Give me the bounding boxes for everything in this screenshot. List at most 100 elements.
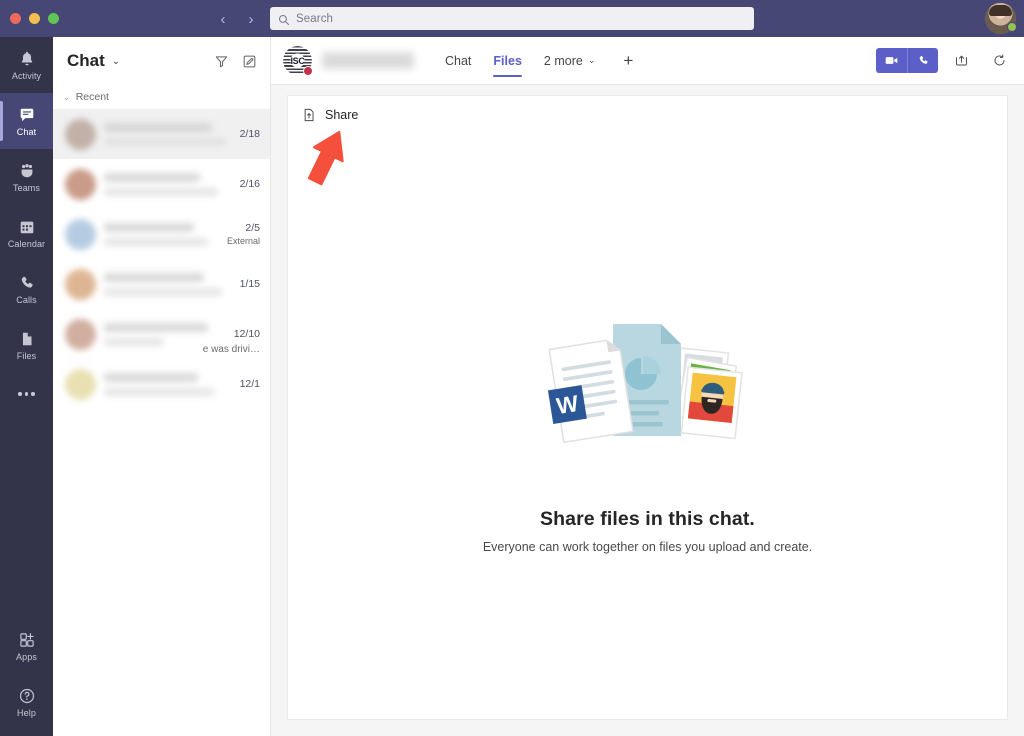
tab-chat[interactable]: Chat	[434, 37, 482, 84]
timestamp: 2/16	[239, 178, 260, 190]
phone-icon[interactable]	[907, 48, 938, 73]
avatar	[65, 368, 96, 400]
conversation-header: ISC Chat Files 2 more ⌄ +	[271, 37, 1024, 85]
phone-icon	[18, 273, 36, 292]
forward-button[interactable]: ›	[240, 8, 262, 30]
conversation-avatar-text: ISC	[290, 55, 305, 66]
conversation-tabs: Chat Files 2 more ⌄ +	[434, 37, 642, 84]
message-preview	[104, 237, 208, 246]
search-placeholder: Search	[296, 12, 334, 25]
sidebar-item-apps[interactable]: Apps	[0, 618, 53, 674]
contact-name	[104, 272, 204, 282]
conversation-actions	[876, 47, 1014, 75]
tab-label: Files	[493, 53, 522, 68]
list-item[interactable]: 2/18	[53, 109, 270, 159]
upload-file-icon	[301, 107, 317, 123]
back-button[interactable]: ‹	[212, 8, 234, 30]
list-item[interactable]: 12/1	[53, 359, 270, 409]
share-button[interactable]: Share	[325, 108, 358, 122]
conversation-avatar: ISC	[283, 46, 313, 76]
avatar	[65, 218, 96, 250]
avatar	[65, 268, 96, 300]
sidebar-item-calendar[interactable]: Calendar	[0, 205, 53, 261]
contact-name	[104, 122, 212, 132]
conversation-title	[322, 52, 414, 69]
contact-name	[104, 172, 200, 182]
chat-list-actions	[212, 52, 258, 70]
list-item-meta: 12/1	[240, 378, 260, 390]
minimize-window-button[interactable]	[29, 13, 40, 24]
page-title: Chat	[67, 51, 105, 70]
sidebar-item-label: Chat	[16, 127, 37, 137]
timestamp: 2/5	[245, 222, 260, 234]
filter-funnel-icon[interactable]	[212, 52, 230, 70]
sidebar-item-label: Activity	[11, 71, 42, 81]
pop-out-icon[interactable]	[946, 47, 976, 75]
message-preview-text: e was drivi…	[202, 344, 260, 355]
compose-new-chat-icon[interactable]	[240, 52, 258, 70]
sidebar-item-label: Teams	[12, 183, 40, 193]
list-item-meta: 1/15	[240, 278, 260, 290]
message-preview	[104, 337, 164, 346]
sidebar-item-label: Calendar	[7, 239, 46, 249]
tab-more[interactable]: 2 more ⌄	[533, 37, 606, 84]
recent-section-header[interactable]: ⌄ Recent	[53, 85, 270, 109]
avatar	[65, 318, 96, 350]
list-item-text	[104, 322, 226, 346]
video-camera-icon[interactable]	[876, 48, 907, 73]
annotation-arrow-icon	[307, 130, 344, 186]
window-controls	[0, 13, 70, 24]
add-tab-button[interactable]: +	[614, 47, 642, 75]
sidebar-item-activity[interactable]: Activity	[0, 37, 53, 93]
list-item-text	[104, 272, 232, 296]
sidebar-item-help[interactable]: Help	[0, 674, 53, 730]
timestamp: 1/15	[239, 278, 260, 290]
list-item[interactable]: 12/10 e was drivi…	[53, 309, 270, 359]
timestamp: 12/1	[239, 378, 260, 390]
contact-name	[104, 222, 194, 232]
close-window-button[interactable]	[10, 13, 21, 24]
recent-label: Recent	[75, 91, 109, 103]
list-item[interactable]: 2/16	[53, 159, 270, 209]
refresh-history-icon[interactable]	[984, 47, 1014, 75]
documents-and-photos-illustration: W	[538, 314, 758, 474]
svg-text:W: W	[554, 390, 580, 419]
files-empty-state: W Share files in this chat. Everyone can…	[288, 314, 1007, 554]
sidebar-item-chat[interactable]: Chat	[0, 93, 53, 149]
list-item[interactable]: 2/5 External	[53, 209, 270, 259]
tab-files[interactable]: Files	[482, 37, 533, 84]
message-preview	[104, 387, 214, 396]
files-panel: Share W Share files in this chat. Everyo…	[287, 95, 1008, 720]
apps-grid-icon	[18, 630, 36, 649]
chevron-down-icon: ⌄	[63, 92, 70, 102]
sidebar-item-calls[interactable]: Calls	[0, 261, 53, 317]
message-preview	[104, 137, 226, 146]
sidebar-item-label: Help	[17, 708, 36, 718]
timestamp: 12/10	[233, 328, 260, 340]
ellipsis-icon[interactable]	[0, 373, 53, 415]
tab-label: Chat	[445, 53, 472, 68]
chat-list-pane: Chat ⌄ ⌄ Recent 2/18 2/16 2/5 External 1…	[53, 37, 271, 736]
sidebar-item-files[interactable]: Files	[0, 317, 53, 373]
sidebar-item-label: Calls	[16, 295, 37, 305]
message-preview	[104, 187, 218, 196]
list-item-meta: 12/10	[234, 328, 260, 340]
chevron-down-icon[interactable]: ⌄	[112, 56, 120, 67]
maximize-window-button[interactable]	[48, 13, 59, 24]
list-item-meta: 2/18	[240, 128, 260, 140]
empty-state-subtitle: Everyone can work together on files you …	[482, 540, 813, 554]
status-badge	[1007, 22, 1017, 32]
search-input[interactable]: Search	[270, 7, 754, 30]
content-area: ISC Chat Files 2 more ⌄ + Share W Share …	[271, 37, 1024, 736]
search-icon	[278, 13, 290, 25]
list-item-text	[104, 172, 232, 196]
help-circle-icon	[18, 686, 36, 705]
teams-window: ‹ › Search Activity Chat Teams Calendar …	[0, 0, 1024, 736]
contact-name	[104, 322, 208, 332]
list-item[interactable]: 1/15	[53, 259, 270, 309]
calendar-icon	[18, 217, 36, 236]
avatar	[65, 168, 96, 200]
sidebar-item-teams[interactable]: Teams	[0, 149, 53, 205]
timestamp: 2/18	[239, 128, 260, 140]
bell-icon	[18, 49, 36, 68]
